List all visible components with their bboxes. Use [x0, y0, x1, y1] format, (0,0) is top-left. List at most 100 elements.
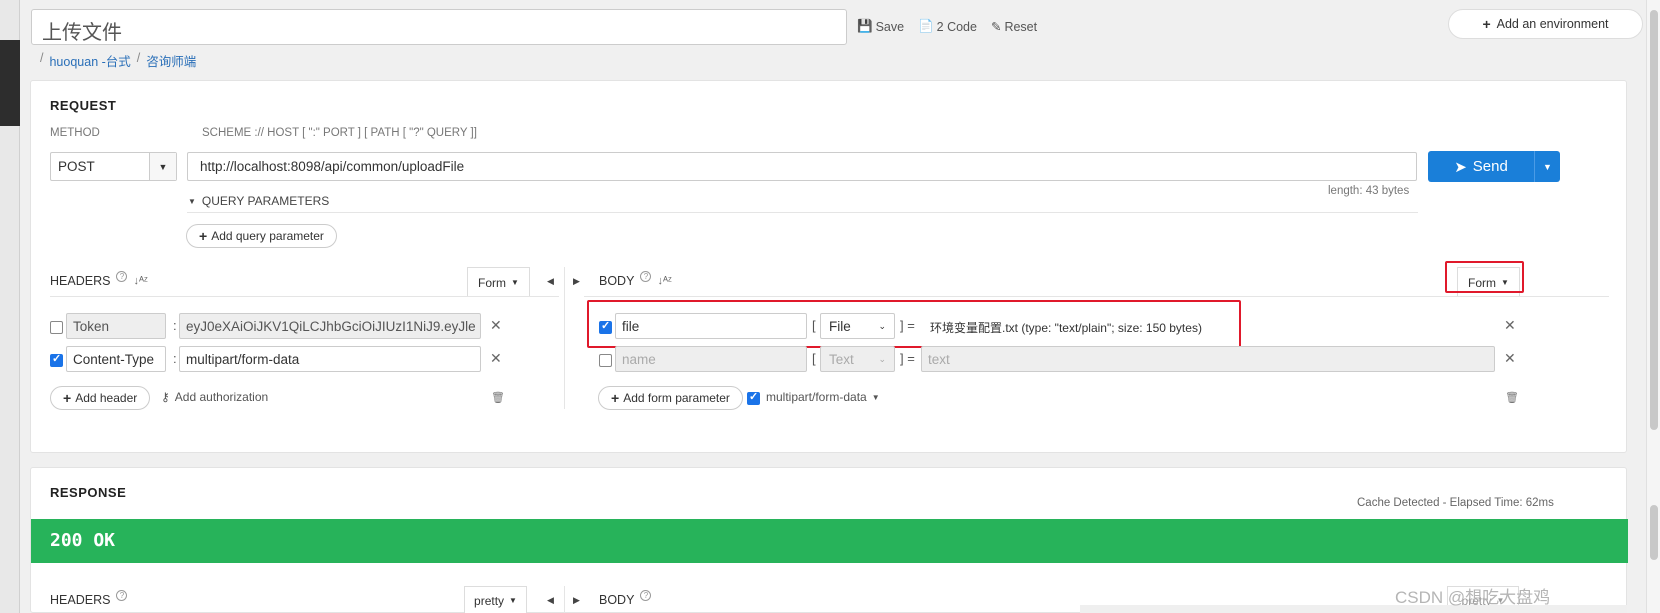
panel-divider — [564, 267, 565, 409]
code-label: 2 Code — [936, 19, 977, 34]
caret-down-icon: ▼ — [509, 596, 517, 605]
collapse-left-icon[interactable]: ◀ — [547, 595, 554, 606]
remove-body-param-icon[interactable]: ✕ — [1504, 350, 1516, 367]
method-select[interactable]: POST ▼ — [50, 152, 177, 181]
body-param-type: Text — [829, 351, 854, 367]
save-label: Save — [875, 19, 905, 34]
send-button[interactable]: ➤ Send ▼ — [1428, 151, 1560, 182]
collapse-left-icon[interactable]: ◀ — [547, 276, 554, 287]
scrollbar-thumb[interactable] — [1650, 10, 1658, 430]
caret-down-icon[interactable]: ▼ — [149, 153, 176, 180]
request-title: REQUEST — [50, 98, 117, 113]
collapse-right-icon[interactable]: ▶ — [573, 276, 580, 287]
trash-icon[interactable]: 🗑 — [1505, 391, 1519, 404]
request-panel: REQUEST METHOD SCHEME :// HOST [ ":" POR… — [30, 80, 1627, 453]
body-param-name-field[interactable]: name — [615, 346, 807, 372]
status-bar: 200 OK — [31, 519, 1628, 563]
breadcrumb-project[interactable]: huoquan -台式 — [49, 51, 130, 70]
help-icon[interactable]: ? — [640, 589, 652, 601]
header-name-field[interactable]: Content-Type — [66, 346, 166, 372]
add-authorization-link[interactable]: ⚷ Add authorization — [161, 390, 268, 404]
add-header-button[interactable]: + Add header — [50, 386, 151, 410]
add-authorization-label: Add authorization — [174, 390, 269, 404]
content-type-checkbox[interactable] — [747, 390, 760, 405]
header-value-field[interactable]: eyJ0eXAiOiJKV1QiLCJhbGciOiJIUzI1NiJ9.eyJ… — [179, 313, 481, 339]
url-input[interactable]: http://localhost:8098/api/common/uploadF… — [187, 152, 1417, 181]
content-type-dropdown[interactable]: multipart/form-data ▼ — [766, 390, 880, 404]
query-parameters-toggle[interactable]: ▼ QUERY PARAMETERS — [188, 194, 329, 208]
add-form-parameter-button[interactable]: + Add form parameter — [598, 386, 743, 410]
highlight-box-form-mode — [1445, 261, 1524, 293]
response-panel: RESPONSE 200 OK HEADERS? pretty ▼ ◀ ▶ BOD… — [30, 467, 1628, 613]
save-button[interactable]: 💾 Save — [857, 19, 904, 34]
scrollbar-thumb-secondary[interactable] — [1650, 505, 1658, 560]
caret-down-icon: ▼ — [871, 392, 880, 402]
help-icon[interactable]: ? — [116, 270, 128, 282]
colon-separator: : — [173, 351, 177, 366]
plus-icon: + — [611, 390, 620, 406]
body-param-type-select[interactable]: Text ⌄ — [820, 346, 895, 372]
header-name-field[interactable]: Token — [66, 313, 166, 339]
body-param-value-field[interactable]: text — [921, 346, 1495, 372]
body-divider — [584, 296, 1609, 297]
content-type-label: multipart/form-data — [766, 390, 867, 404]
left-sidebar-strip — [0, 0, 20, 613]
remove-header-icon[interactable]: ✕ — [490, 317, 502, 334]
header-value-field[interactable]: multipart/form-data — [179, 346, 481, 372]
env-button-label: Add an environment — [1496, 17, 1609, 31]
headers-title: HEADERS — [50, 274, 111, 288]
response-headers-title: HEADERS — [50, 593, 111, 607]
add-environment-button[interactable]: + Add an environment — [1448, 9, 1643, 39]
response-body-label: BODY? — [599, 589, 652, 607]
response-headers-mode: pretty — [474, 593, 505, 608]
response-headers-mode-dropdown[interactable]: pretty ▼ — [464, 586, 527, 613]
help-icon[interactable]: ? — [640, 270, 652, 282]
bracket-open: [ — [812, 351, 816, 366]
headers-mode-dropdown[interactable]: Form ▼ — [467, 267, 530, 297]
highlight-box-file-row — [587, 300, 1241, 348]
trash-icon[interactable]: 🗑 — [491, 391, 505, 404]
breadcrumb-folder[interactable]: 咨询师端 — [146, 51, 196, 70]
send-label: Send — [1472, 158, 1508, 175]
sort-icon[interactable]: ↓ᴬᶻ — [133, 275, 147, 287]
cache-info: Cache Detected - Elapsed Time: 62ms — [1357, 497, 1554, 509]
send-dropdown-icon[interactable]: ▼ — [1534, 151, 1560, 182]
key-icon: ⚷ — [161, 390, 170, 404]
plus-icon: + — [199, 228, 208, 244]
query-params-divider — [187, 212, 1418, 213]
add-query-param-label: Add query parameter — [211, 229, 324, 243]
code-button[interactable]: 📄 2 Code — [918, 19, 977, 34]
help-icon[interactable]: ? — [116, 589, 128, 601]
chevron-down-icon: ⌄ — [878, 353, 886, 364]
headers-mode: Form — [478, 275, 507, 290]
headers-divider — [50, 296, 559, 297]
method-label: METHOD — [50, 127, 100, 139]
colon-separator: : — [173, 318, 177, 333]
response-headers-label: HEADERS? — [50, 589, 128, 607]
remove-body-param-icon[interactable]: ✕ — [1504, 317, 1516, 334]
plus-icon: + — [63, 390, 72, 406]
headers-label: HEADERS? ↓ᴬᶻ — [50, 270, 148, 288]
add-form-param-label: Add form parameter — [623, 391, 730, 405]
top-actions: 💾 Save 📄 2 Code ✎ Reset — [857, 19, 1037, 34]
request-name-input[interactable]: 上传文件 — [31, 9, 847, 45]
reset-label: Reset — [1004, 19, 1038, 34]
reset-button[interactable]: ✎ Reset — [991, 19, 1038, 35]
add-header-label: Add header — [75, 391, 138, 405]
response-body-title: BODY — [599, 593, 635, 607]
query-parameters-label: QUERY PARAMETERS — [201, 194, 330, 208]
header-row-checkbox[interactable] — [50, 352, 63, 367]
caret-down-icon: ▼ — [188, 196, 196, 206]
sort-icon[interactable]: ↓ᴬᶻ — [657, 275, 671, 287]
paper-plane-icon: ➤ — [1454, 158, 1467, 176]
add-query-parameter-button[interactable]: + Add query parameter — [186, 224, 337, 248]
body-row-checkbox[interactable] — [599, 354, 612, 367]
page-scrollbar[interactable] — [1646, 0, 1660, 613]
header-row-checkbox[interactable] — [50, 321, 63, 334]
plus-icon: + — [1482, 16, 1491, 32]
caret-down-icon: ▼ — [511, 278, 519, 287]
remove-header-icon[interactable]: ✕ — [490, 350, 502, 367]
method-value: POST — [58, 159, 95, 174]
breadcrumb-sep: / — [136, 51, 141, 65]
collapse-right-icon[interactable]: ▶ — [573, 595, 580, 606]
